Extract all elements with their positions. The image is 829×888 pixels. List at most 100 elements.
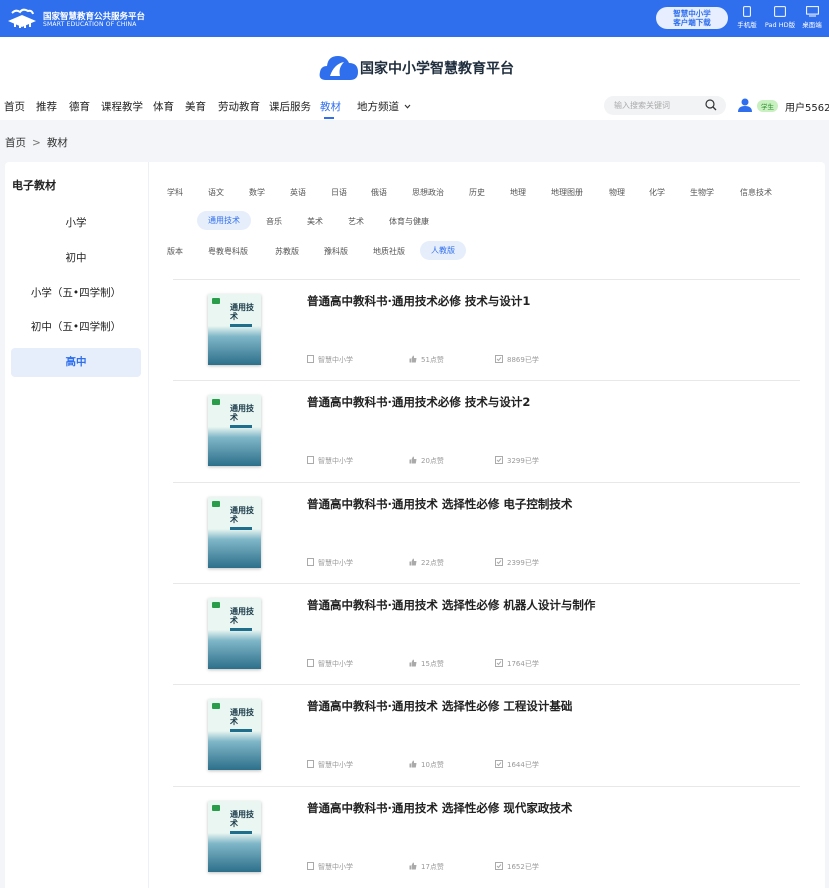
book-cover[interactable]: 通用技术: [208, 395, 261, 466]
cover-title: 通用技术: [230, 302, 254, 321]
filter-edition-selected[interactable]: 人教版: [420, 241, 466, 260]
nav-sports[interactable]: 体育: [153, 99, 174, 114]
book-row[interactable]: 通用技术 普通高中教科书·通用技术 选择性必修 工程设计基础 智慧中小学 10点…: [173, 684, 800, 786]
book-row[interactable]: 通用技术 普通高中教科书·通用技术必修 技术与设计1 智慧中小学 51点赞 88…: [173, 279, 800, 381]
cover-bar: [230, 324, 252, 327]
book-cover[interactable]: 通用技术: [208, 598, 261, 669]
document-icon: [307, 558, 314, 566]
breadcrumb-sep: >: [32, 137, 41, 149]
filter-subject[interactable]: 音乐: [266, 216, 282, 227]
book-publisher: 智慧中小学: [307, 355, 353, 365]
user-avatar-icon[interactable]: [737, 97, 753, 113]
username[interactable]: 用户5562: [785, 99, 829, 114]
learned-icon: [495, 659, 503, 667]
nav-local-label: 地方频道: [357, 101, 399, 113]
publisher-text: 智慧中小学: [318, 863, 353, 871]
nav-recommend[interactable]: 推荐: [36, 99, 57, 114]
filter-subject[interactable]: 语文: [208, 187, 224, 198]
filter-edition[interactable]: 粤教粤科版: [208, 246, 248, 257]
book-cover[interactable]: 通用技术: [208, 294, 261, 365]
nav-arts[interactable]: 美育: [185, 99, 206, 114]
filter-subject[interactable]: 体育与健康: [389, 216, 429, 227]
cover-title: 通用技术: [230, 606, 254, 625]
filter-subject[interactable]: 美术: [307, 216, 323, 227]
filter-subject[interactable]: 生物学: [690, 187, 714, 198]
filter-subject[interactable]: 化学: [649, 187, 665, 198]
desktop-icon: [805, 6, 819, 17]
book-title[interactable]: 普通高中教科书·通用技术必修 技术与设计1: [307, 293, 530, 309]
filter-subject[interactable]: 信息技术: [740, 187, 772, 198]
book-likes: 51点赞: [409, 355, 444, 365]
book-title[interactable]: 普通高中教科书·通用技术必修 技术与设计2: [307, 394, 530, 410]
cover-tag: [212, 399, 220, 405]
cover-title: 通用技术: [230, 403, 254, 422]
device-desktop-link[interactable]: 桌面端: [794, 6, 829, 29]
device-pad-link[interactable]: Pad HD版: [762, 6, 798, 29]
book-row[interactable]: 通用技术 普通高中教科书·通用技术 选择性必修 机器人设计与制作 智慧中小学 1…: [173, 583, 800, 685]
filter-edition[interactable]: 地质社版: [373, 246, 405, 257]
nav-after-school[interactable]: 课后服务: [269, 99, 311, 114]
book-likes: 22点赞: [409, 558, 444, 568]
filter-subject[interactable]: 物理: [609, 187, 625, 198]
nav-local-channel[interactable]: 地方频道: [357, 99, 411, 114]
publisher-text: 智慧中小学: [318, 457, 353, 465]
nav-labor[interactable]: 劳动教育: [218, 99, 260, 114]
filter-subject[interactable]: 艺术: [348, 216, 364, 227]
book-cover[interactable]: 通用技术: [208, 801, 261, 872]
book-learners: 3299已学: [495, 456, 539, 466]
filter-subject[interactable]: 日语: [331, 187, 347, 198]
book-likes: 20点赞: [409, 456, 444, 466]
book-likes: 15点赞: [409, 659, 444, 669]
sidebar-item-primary[interactable]: 小学: [11, 209, 141, 238]
book-title[interactable]: 普通高中教科书·通用技术 选择性必修 工程设计基础: [307, 698, 572, 714]
document-icon: [307, 659, 314, 667]
filter-edition[interactable]: 苏教版: [275, 246, 299, 257]
platform-subtitle: SMART EDUCATION OF CHINA: [43, 21, 137, 28]
nav-home[interactable]: 首页: [4, 99, 25, 114]
cover-tag: [212, 805, 220, 811]
learners-text: 3299已学: [507, 457, 539, 465]
nav-textbooks[interactable]: 教材: [320, 99, 341, 114]
sidebar-item-junior[interactable]: 初中: [11, 244, 141, 273]
learned-icon: [495, 760, 503, 768]
sidebar-item-primary-54[interactable]: 小学（五•四学制）: [11, 279, 141, 308]
filter-subject[interactable]: 地理: [510, 187, 526, 198]
filter-subject-selected[interactable]: 通用技术: [197, 211, 251, 230]
search-icon[interactable]: [705, 99, 717, 111]
thumbs-up-icon: [409, 659, 417, 667]
document-icon: [307, 760, 314, 768]
book-publisher: 智慧中小学: [307, 456, 353, 466]
filter-subject[interactable]: 数学: [249, 187, 265, 198]
client-download-button[interactable]: 智慧中小学 客户端下载: [656, 7, 728, 29]
book-cover[interactable]: 通用技术: [208, 699, 261, 770]
breadcrumb-home[interactable]: 首页: [5, 137, 26, 149]
book-row[interactable]: 通用技术 普通高中教科书·通用技术必修 技术与设计2 智慧中小学 20点赞 32…: [173, 380, 800, 482]
filter-subject[interactable]: 思想政治: [412, 187, 444, 198]
learners-text: 1652已学: [507, 863, 539, 871]
nav-courses[interactable]: 课程教学: [101, 99, 143, 114]
device-phone-link[interactable]: 手机版: [729, 6, 765, 29]
book-row[interactable]: 通用技术 普通高中教科书·通用技术 选择性必修 电子控制技术 智慧中小学 22点…: [173, 482, 800, 584]
book-row[interactable]: 通用技术 普通高中教科书·通用技术 选择性必修 现代家政技术 智慧中小学 17点…: [173, 786, 800, 888]
book-publisher: 智慧中小学: [307, 760, 353, 770]
filter-edition-label: 版本: [167, 247, 183, 256]
sidebar-item-senior[interactable]: 高中: [11, 348, 141, 377]
filter-subject[interactable]: 历史: [469, 187, 485, 198]
search-input[interactable]: 输入搜索关键词: [604, 96, 726, 115]
likes-text: 51点赞: [421, 356, 444, 364]
cover-tag: [212, 703, 220, 709]
book-learners: 1652已学: [495, 862, 539, 872]
book-title[interactable]: 普通高中教科书·通用技术 选择性必修 机器人设计与制作: [307, 597, 595, 613]
sidebar-item-junior-54[interactable]: 初中（五•四学制）: [11, 313, 141, 342]
book-title[interactable]: 普通高中教科书·通用技术 选择性必修 现代家政技术: [307, 800, 572, 816]
nav-moral[interactable]: 德育: [69, 99, 90, 114]
book-cover[interactable]: 通用技术: [208, 497, 261, 568]
filter-edition[interactable]: 豫科版: [324, 246, 348, 257]
thumbs-up-icon: [409, 456, 417, 464]
book-publisher: 智慧中小学: [307, 659, 353, 669]
filter-subject[interactable]: 俄语: [371, 187, 387, 198]
thumbs-up-icon: [409, 760, 417, 768]
filter-subject[interactable]: 英语: [290, 187, 306, 198]
filter-subject[interactable]: 地理图册: [551, 187, 583, 198]
book-title[interactable]: 普通高中教科书·通用技术 选择性必修 电子控制技术: [307, 496, 572, 512]
